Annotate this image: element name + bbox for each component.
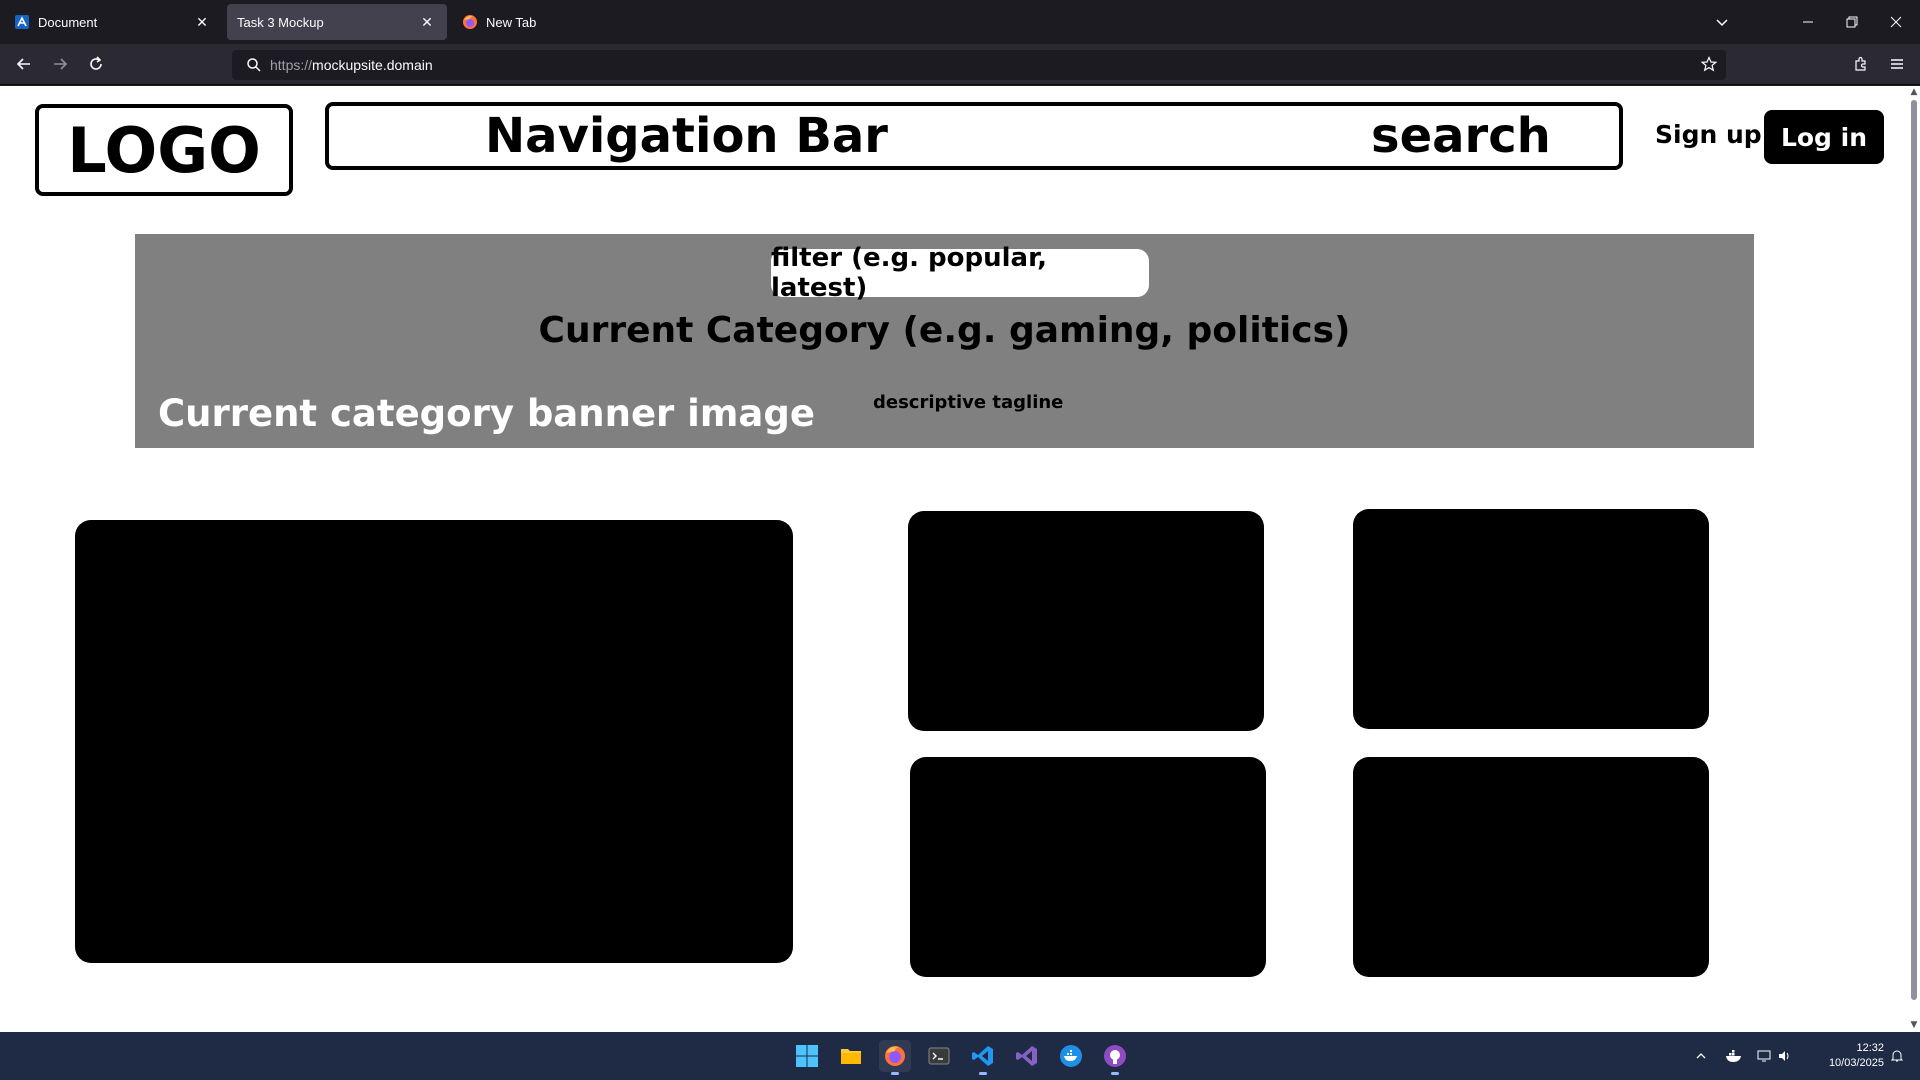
list-tabs-button[interactable] — [1708, 0, 1736, 44]
notifications-button[interactable] — [1884, 1032, 1910, 1080]
web-page: LOGO Navigation Bar search Sign up Log i… — [0, 86, 1908, 1032]
minimize-button[interactable] — [1786, 0, 1830, 44]
terminal-button[interactable] — [923, 1040, 955, 1072]
network-volume-button[interactable] — [1754, 1032, 1794, 1080]
close-window-button[interactable] — [1874, 0, 1918, 44]
network-icon — [1757, 1050, 1771, 1062]
folder-icon — [841, 1049, 861, 1064]
restore-button[interactable] — [1830, 0, 1874, 44]
firefox-icon — [885, 1046, 905, 1066]
tab-document[interactable]: Document ✕ — [4, 4, 222, 40]
featured-card[interactable] — [75, 520, 793, 963]
volume-icon — [1779, 1051, 1789, 1061]
active-indicator — [891, 1072, 899, 1075]
restore-icon — [1846, 16, 1858, 28]
running-indicator — [979, 1072, 987, 1075]
bell-icon — [1890, 1050, 1904, 1062]
hamburger-menu-icon — [1891, 59, 1903, 69]
reload-icon — [90, 56, 102, 70]
nav-title: Navigation Bar — [485, 108, 888, 164]
filter-button[interactable]: filter (e.g. popular, latest) — [771, 243, 1149, 303]
extensions-button[interactable] — [1845, 48, 1877, 80]
content-card[interactable] — [1353, 509, 1709, 729]
tab-label: New Tab — [486, 14, 537, 30]
scrollbar-thumb[interactable] — [1911, 100, 1917, 1000]
github-desktop-button[interactable] — [1099, 1040, 1131, 1075]
visual-studio-icon — [1016, 1046, 1037, 1066]
vscode-button[interactable] — [967, 1040, 999, 1075]
scroll-up-icon[interactable]: ▲ — [1909, 87, 1919, 97]
windows-icon — [796, 1045, 818, 1067]
taskbar: 12:32 10/03/2025 — [0, 1032, 1920, 1080]
category-banner: filter (e.g. popular, latest) Current Ca… — [135, 234, 1754, 448]
back-arrow-icon — [16, 58, 30, 70]
logo[interactable]: LOGO — [35, 104, 293, 196]
nav-search[interactable]: search — [1371, 108, 1551, 164]
file-explorer-button[interactable] — [835, 1040, 867, 1072]
running-indicator — [1111, 1072, 1119, 1075]
forward-arrow-icon — [54, 58, 68, 70]
tab-new-tab[interactable]: New Tab — [452, 4, 662, 40]
browser-toolbar: https://mockupsite.domain — [0, 44, 1920, 85]
terminal-icon — [928, 1047, 950, 1065]
clock-date: 10/03/2025 — [1828, 1057, 1884, 1069]
github-icon — [1104, 1045, 1126, 1067]
category-title: Current Category (e.g. gaming, politics) — [538, 310, 1351, 351]
vscode-icon — [972, 1046, 993, 1066]
chevron-down-icon — [1716, 19, 1728, 27]
visual-studio-button[interactable] — [1011, 1040, 1043, 1072]
content-card[interactable] — [910, 757, 1266, 977]
firefox-taskbar-button[interactable] — [879, 1040, 911, 1075]
docker-icon — [1060, 1045, 1082, 1067]
page-scrollbar[interactable]: ▲ ▼ — [1908, 86, 1920, 1032]
sign-up-link[interactable]: Sign up — [1655, 120, 1762, 149]
forward-button[interactable] — [44, 48, 76, 80]
chevron-up-icon — [1696, 1053, 1706, 1059]
start-button[interactable] — [791, 1040, 823, 1072]
url-text: https://mockupsite.domain — [270, 57, 433, 73]
search-icon — [247, 58, 261, 72]
tab-strip: Document ✕ Task 3 Mockup ✕ New Tab — [0, 0, 1920, 44]
app-icon — [14, 14, 30, 30]
clock[interactable]: 12:32 10/03/2025 — [1808, 1041, 1884, 1071]
close-icon — [1890, 16, 1902, 28]
clock-time: 12:32 — [1856, 1042, 1884, 1054]
scroll-down-icon[interactable]: ▼ — [1909, 1020, 1919, 1030]
tab-label: Task 3 Mockup — [237, 14, 324, 30]
show-hidden-icons-button[interactable] — [1690, 1032, 1712, 1080]
close-icon[interactable]: ✕ — [417, 12, 437, 32]
category-tagline: descriptive tagline — [873, 392, 1064, 413]
banner-image-label: Current category banner image — [158, 392, 815, 435]
content-card[interactable] — [1353, 757, 1709, 977]
close-icon[interactable]: ✕ — [192, 12, 212, 32]
log-in-button[interactable]: Log in — [1764, 110, 1884, 164]
url-bar[interactable]: https://mockupsite.domain — [232, 50, 1726, 80]
docker-tray-button[interactable] — [1722, 1032, 1746, 1080]
tab-task-3-mockup[interactable]: Task 3 Mockup ✕ — [227, 4, 447, 40]
back-button[interactable] — [8, 48, 40, 80]
navigation-bar[interactable]: Navigation Bar search — [325, 102, 1623, 170]
menu-button[interactable] — [1881, 48, 1913, 80]
reload-button[interactable] — [80, 48, 112, 80]
bookmark-button[interactable] — [1693, 48, 1725, 80]
minimize-icon — [1803, 21, 1813, 23]
firefox-icon — [462, 14, 478, 30]
tab-label: Document — [38, 14, 98, 30]
star-icon — [1701, 56, 1717, 72]
docker-whale-icon — [1726, 1050, 1741, 1062]
puzzle-icon — [1855, 56, 1866, 71]
docker-button[interactable] — [1055, 1040, 1087, 1072]
content-card[interactable] — [908, 511, 1264, 731]
